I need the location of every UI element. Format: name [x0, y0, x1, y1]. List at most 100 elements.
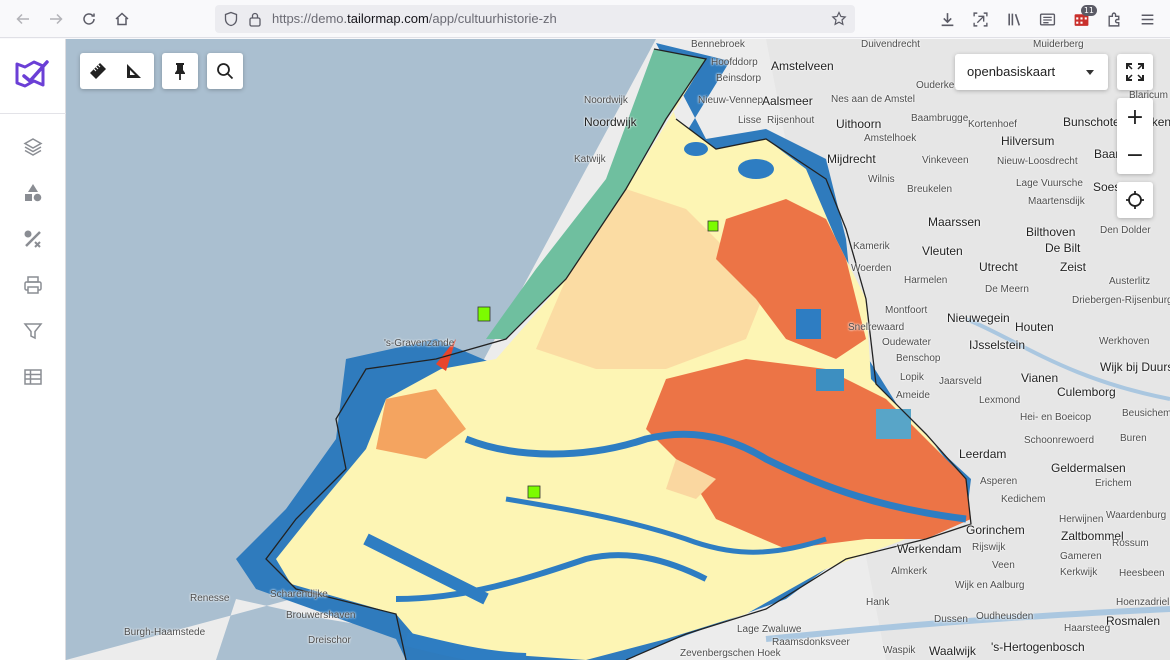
place-label: Noordwijk [584, 115, 637, 129]
library-icon[interactable] [1004, 9, 1024, 29]
place-label: Asperen [980, 476, 1018, 487]
place-label: Nes aan de Amstel [831, 94, 915, 105]
place-label: Snelrewaard [848, 322, 905, 333]
place-label: Driebergen-Rijsenburg [1072, 295, 1170, 306]
place-label: Gorinchem [966, 523, 1025, 537]
place-label: Mijdrecht [827, 152, 876, 166]
my-location-button[interactable] [1117, 182, 1153, 218]
place-label: Leerdam [959, 447, 1007, 461]
place-label: Ameide [896, 390, 930, 401]
search-button[interactable] [207, 53, 243, 89]
place-label: Waalwijk [929, 644, 976, 658]
place-label: Houten [1015, 320, 1054, 334]
place-label: Werkendam [897, 542, 962, 556]
tailormap-logo-icon[interactable] [14, 57, 52, 91]
reader-view-icon[interactable] [1037, 9, 1057, 29]
fullscreen-icon [1126, 63, 1144, 81]
zoom-in-button[interactable]: + [1117, 98, 1153, 136]
place-label: Burgh-Haamstede [124, 627, 206, 638]
measure-area-button[interactable] [116, 53, 152, 89]
place-label: Scharendijke [270, 589, 328, 600]
extensions-puzzle-icon[interactable] [1104, 9, 1124, 29]
place-label: Gameren [1060, 551, 1102, 562]
place-label: Oudewater [882, 337, 931, 348]
basemap-select[interactable]: openbasiskaart [955, 54, 1108, 90]
place-label: Rijswijk [972, 542, 1006, 553]
place-label: 's-Gravenzande [384, 338, 455, 349]
filter-icon[interactable] [21, 319, 45, 343]
fullscreen-button[interactable] [1117, 54, 1153, 90]
reload-icon[interactable] [78, 8, 100, 30]
place-label: Lage Zwaluwe [737, 624, 802, 635]
pin-location-button[interactable] [162, 53, 198, 89]
place-label: Zeist [1060, 260, 1087, 274]
coordinate-tool [162, 53, 198, 89]
forward-icon[interactable] [45, 8, 67, 30]
pushpin-icon [175, 63, 185, 80]
back-icon[interactable] [12, 8, 34, 30]
sidebar-divider [0, 113, 66, 114]
place-label: Nieuw-Loosdrecht [997, 156, 1078, 167]
place-label: Geldermalsen [1051, 461, 1126, 475]
place-label: Benschop [896, 353, 941, 364]
shapes-icon[interactable] [21, 181, 45, 205]
edit-tools-icon[interactable] [21, 227, 45, 251]
place-label: Rossum [1112, 538, 1149, 549]
place-label: Kamerik [853, 241, 890, 252]
place-label: Vianen [1021, 371, 1059, 385]
place-label: Beinsdorp [716, 73, 762, 84]
downloads-icon[interactable] [937, 9, 957, 29]
place-label: Rosmalen [1106, 614, 1161, 628]
place-label: Woerden [851, 263, 892, 274]
app-sidebar [0, 39, 66, 660]
place-label: Aalsmeer [762, 94, 813, 108]
place-label: Hei- en Boeicop [1020, 412, 1092, 423]
address-bar[interactable]: https://demo.tailormap.com/app/cultuurhi… [215, 5, 855, 33]
place-label: 's-Hertogenbosch [991, 640, 1085, 654]
extension-badge: 11 [1080, 5, 1097, 16]
place-label: Vinkeveen [922, 155, 969, 166]
place-label: Maarssen [928, 215, 981, 229]
lock-icon[interactable] [248, 11, 262, 27]
place-label: Veen [992, 560, 1015, 571]
menu-icon[interactable] [1137, 9, 1157, 29]
screenshot-icon[interactable] [970, 9, 990, 29]
place-label: Zevenbergschen Hoek [680, 648, 781, 659]
place-label: Raamsdonksveer [772, 637, 850, 648]
place-label: Breukelen [907, 184, 953, 195]
place-label: Hoofddorp [711, 57, 758, 68]
place-label: Wijk en Aalburg [955, 580, 1025, 591]
place-label: Werkhoven [1099, 336, 1150, 347]
place-label: Lopik [900, 372, 924, 383]
place-label: Vleuten [922, 244, 963, 258]
extension-icon[interactable]: 11 [1071, 5, 1097, 29]
place-label: Jaarsveld [939, 376, 982, 387]
place-label: Beusichem [1122, 408, 1170, 419]
bookmark-star-icon[interactable] [831, 11, 847, 27]
place-label: Amstelveen [771, 59, 834, 73]
tracking-protection-icon[interactable] [223, 11, 239, 27]
place-label: Herwijnen [1059, 514, 1104, 525]
place-label: Muiderberg [1033, 39, 1084, 50]
chevron-down-icon [1086, 70, 1094, 75]
place-label: Baambrugge [911, 113, 969, 124]
measure-tools [80, 53, 154, 89]
zoom-out-button[interactable]: − [1117, 136, 1153, 174]
ruler-icon [90, 63, 106, 79]
place-label: Lexmond [979, 395, 1021, 406]
print-icon[interactable] [21, 273, 45, 297]
home-icon[interactable] [111, 8, 133, 30]
place-label: Harmelen [904, 275, 948, 286]
place-label: Den Dolder [1100, 225, 1151, 236]
layers-icon[interactable] [21, 135, 45, 159]
url-text[interactable]: https://demo.tailormap.com/app/cultuurhi… [272, 11, 557, 26]
search-tool [207, 53, 243, 89]
place-label: Rijsenhout [767, 115, 815, 126]
place-label: Katwijk [574, 154, 606, 165]
map-view[interactable]: Bennebroek Duivendrecht Hoofddorp Amstel… [66, 39, 1170, 660]
measure-distance-button[interactable] [80, 53, 116, 89]
place-label: Uithoorn [836, 117, 882, 131]
basemap-selected-label: openbasiskaart [967, 64, 1056, 79]
attribute-table-icon[interactable] [21, 365, 45, 389]
place-label: Utrecht [979, 260, 1018, 274]
